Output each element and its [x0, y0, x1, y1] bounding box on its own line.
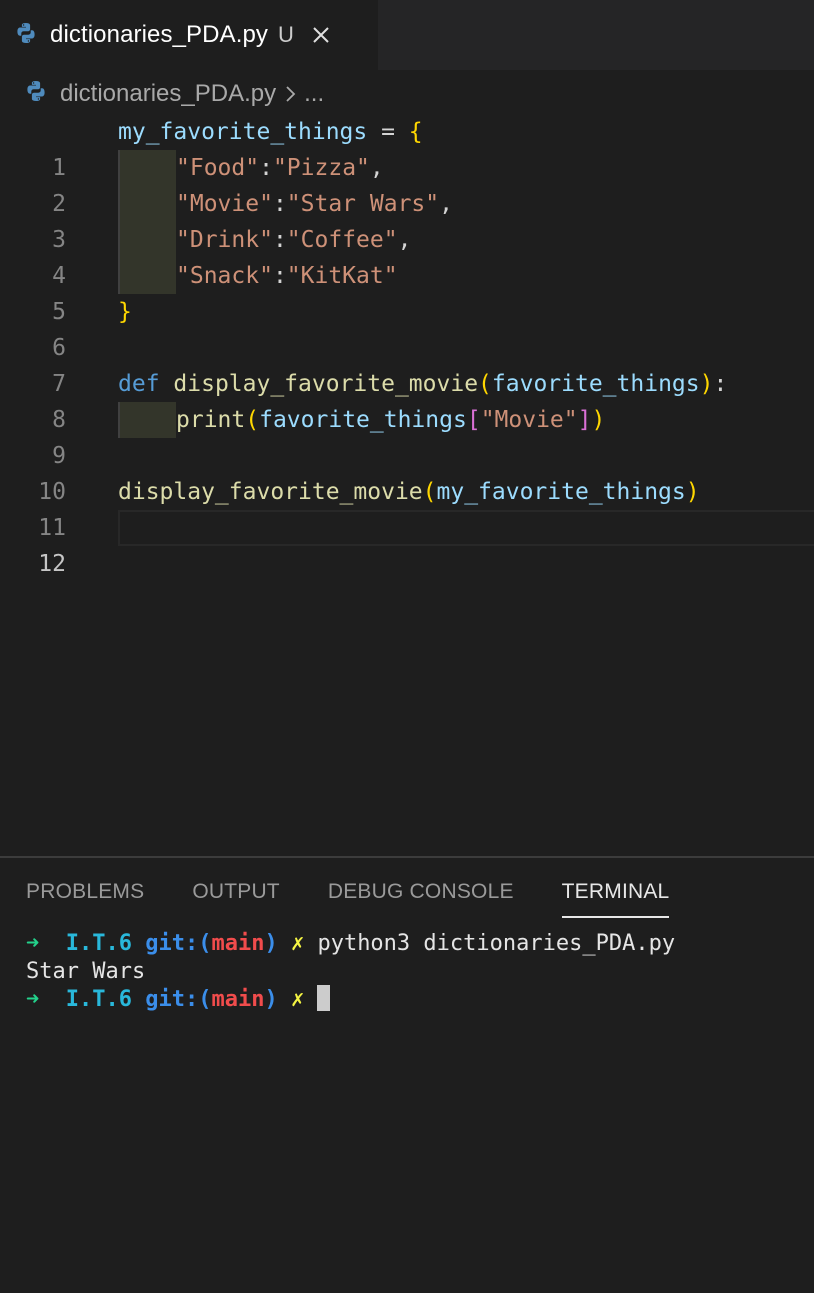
prompt-dir: I.T.6 [65, 931, 132, 956]
token: favorite_things [259, 407, 467, 433]
token: display_favorite_movie [173, 371, 479, 397]
token: { [408, 119, 423, 145]
close-icon[interactable] [308, 22, 334, 48]
token: "Movie" [480, 407, 578, 433]
breadcrumb: dictionaries_PDA.py ... [24, 74, 324, 114]
prompt-arrow: ➜ [26, 987, 40, 1012]
indent-guide [118, 402, 176, 438]
token: "Star Wars" [286, 191, 440, 217]
prompt-git-suffix: ) [264, 987, 278, 1012]
tab-debug-console[interactable]: DEBUG CONSOLE [328, 880, 514, 918]
indent-guide [118, 222, 176, 258]
prompt-git-suffix: ) [264, 931, 278, 956]
prompt-git-prefix: git:( [145, 987, 212, 1012]
code-line: 5 "Snack":"KitKat" [0, 258, 814, 325]
code-line: 10 [0, 438, 814, 505]
token: : [272, 191, 287, 217]
python-icon [24, 79, 48, 110]
python-icon [14, 21, 38, 49]
terminal-cursor [317, 985, 331, 1011]
prompt-git-prefix: git:( [145, 931, 212, 956]
panel-tabs: PROBLEMS OUTPUT DEBUG CONSOLE TERMINAL [26, 880, 717, 920]
code-line: 3 "Movie":"Star Wars", [0, 186, 814, 253]
token: ) [699, 371, 714, 397]
terminal-line: ➜ I.T.6 git:(main) ✗ python3 dictionarie… [26, 930, 806, 958]
breadcrumb-symbols[interactable]: ... [304, 80, 324, 108]
prompt-dir: I.T.6 [65, 987, 132, 1012]
breadcrumb-file[interactable]: dictionaries_PDA.py [60, 80, 276, 108]
prompt-arrow: ➜ [26, 931, 40, 956]
code-line-active: 12 [0, 510, 814, 577]
token: "Drink" [176, 227, 273, 253]
editor-tab[interactable]: dictionaries_PDA.py U [0, 0, 378, 70]
token: "Movie" [176, 191, 273, 217]
code-line: 4 "Drink":"Coffee", [0, 222, 814, 289]
tab-problems[interactable]: PROBLEMS [26, 880, 144, 918]
prompt-dirty: ✗ [290, 987, 305, 1012]
terminal-command: python3 dictionaries_PDA.py [317, 931, 676, 956]
line-number: 12 [38, 551, 66, 577]
token: "KitKat" [286, 263, 398, 289]
code-editor[interactable]: 1 my_favorite_things = { 2 "Food":"Pizza… [0, 114, 814, 856]
token: , [397, 227, 412, 253]
vscode-window: dictionaries_PDA.py U dictionaries_PDA.p… [0, 0, 814, 1293]
token: ( [422, 479, 437, 505]
token: : [272, 227, 287, 253]
code-line: 9 print(favorite_things["Movie"]) [0, 402, 814, 469]
token: ] [577, 407, 592, 433]
token: ) [591, 407, 606, 433]
token: "Coffee" [286, 227, 398, 253]
token: my_favorite_things [436, 479, 686, 505]
token: display_favorite_movie [118, 479, 423, 505]
prompt-branch: main [211, 987, 265, 1012]
code-line: 2 "Food":"Pizza", [0, 150, 814, 217]
token: ( [478, 371, 492, 397]
token: } [118, 299, 132, 325]
token: favorite_things [491, 371, 700, 397]
token: def [118, 371, 160, 397]
indent-guide [118, 186, 176, 222]
untracked-status-badge: U [278, 22, 294, 47]
token: , [439, 191, 453, 217]
token: : [272, 263, 287, 289]
bottom-panel: PROBLEMS OUTPUT DEBUG CONSOLE TERMINAL ➜… [0, 856, 814, 1293]
token: "Food" [176, 155, 260, 181]
token: my_favorite_things [118, 119, 368, 145]
terminal-output: Star Wars [26, 959, 146, 984]
code-line: 8 def display_favorite_movie(favorite_th… [0, 366, 814, 433]
token: "Pizza" [272, 155, 370, 181]
code-line: 11 display_favorite_movie(my_favorite_th… [0, 474, 814, 541]
tab-bar: dictionaries_PDA.py U [0, 0, 814, 70]
indent-guide [118, 150, 176, 186]
token: "Snack" [176, 263, 273, 289]
code-line: 7 [0, 330, 814, 397]
prompt-dirty: ✗ [290, 931, 305, 956]
token: ( [245, 407, 260, 433]
token: , [369, 155, 384, 181]
tab-filename: dictionaries_PDA.py [50, 21, 269, 48]
token: [ [466, 407, 481, 433]
token: ) [685, 479, 700, 505]
token: print [176, 407, 246, 433]
token: : [713, 371, 728, 397]
code-line: 6 } [0, 294, 814, 361]
tab-terminal[interactable]: TERMINAL [561, 880, 670, 918]
tab-output[interactable]: OUTPUT [192, 880, 280, 918]
code-line: 1 my_favorite_things = { [0, 114, 814, 181]
chevron-right-icon [284, 84, 298, 104]
current-line-highlight [118, 510, 814, 546]
terminal[interactable]: ➜ I.T.6 git:(main) ✗ python3 dictionarie… [26, 930, 806, 1014]
indent-guide [118, 258, 176, 294]
terminal-line: ➜ I.T.6 git:(main) ✗ [26, 985, 806, 1014]
token: = [367, 119, 409, 145]
token: : [259, 155, 273, 181]
prompt-branch: main [211, 931, 265, 956]
